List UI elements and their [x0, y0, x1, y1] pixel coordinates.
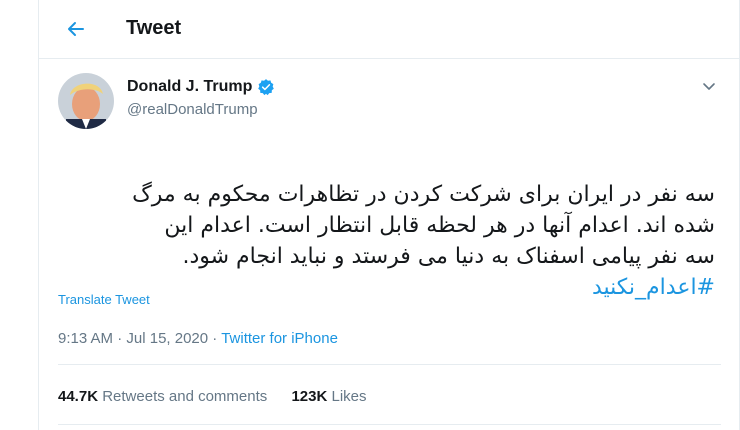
likes-stat[interactable]: 123K Likes	[291, 388, 366, 405]
avatar[interactable]	[58, 73, 114, 129]
profile-photo-icon	[58, 73, 114, 129]
tweet-page: Tweet Donald J. Trump @realDonaldTrump س…	[38, 0, 740, 430]
retweets-label: Retweets and comments	[102, 388, 268, 405]
arrow-left-icon[interactable]	[61, 14, 91, 44]
tweet-text: سه نفر در ایران برای شرکت کردن در تظاهرا…	[57, 148, 715, 334]
tweet-body: سه نفر در ایران برای شرکت کردن در تظاهرا…	[132, 182, 715, 269]
chevron-down-icon[interactable]	[699, 76, 719, 96]
verified-badge-icon	[258, 79, 275, 96]
divider	[58, 364, 721, 365]
meta-separator: ·	[212, 330, 222, 347]
tweet-stats: 44.7K Retweets and comments 123K Likes	[58, 388, 387, 405]
retweets-count: 44.7K	[58, 388, 99, 405]
meta-separator: ·	[117, 330, 127, 347]
page-title: Tweet	[126, 17, 182, 39]
retweets-stat[interactable]: 44.7K Retweets and comments	[58, 388, 271, 405]
tweet-meta: 9:13 AM · Jul 15, 2020 · Twitter for iPh…	[58, 330, 338, 347]
likes-count: 123K	[291, 388, 328, 405]
author-name-row: Donald J. Trump	[127, 78, 275, 96]
tweet-time[interactable]: 9:13 AM	[58, 330, 113, 347]
tweet-source-link[interactable]: Twitter for iPhone	[221, 330, 338, 347]
translate-tweet-link[interactable]: Translate Tweet	[58, 292, 150, 307]
likes-label: Likes	[331, 388, 367, 405]
author-handle[interactable]: @realDonaldTrump	[127, 101, 258, 118]
tweet-date[interactable]: Jul 15, 2020	[126, 330, 208, 347]
hashtag-link[interactable]: #اعدام_نکنید	[57, 272, 715, 303]
author-name[interactable]: Donald J. Trump	[127, 78, 252, 96]
page-header: Tweet	[39, 0, 739, 59]
divider	[58, 424, 721, 425]
